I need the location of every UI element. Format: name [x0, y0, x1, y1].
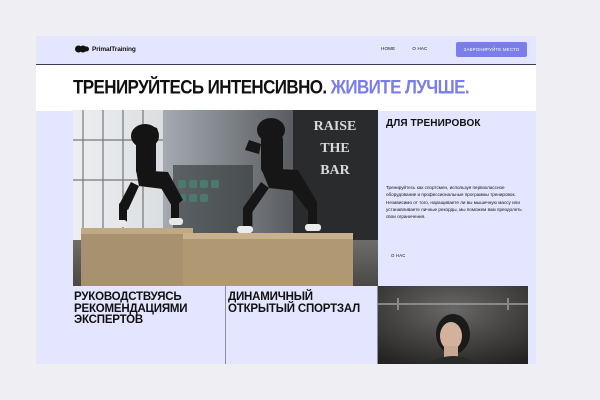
book-spot-button[interactable]: ЗАБРОНИРУЙТЕ МЕСТО — [456, 42, 527, 57]
site-header: PrimalTraining HOME О НАС ЗАБРОНИРУЙТЕ М… — [36, 36, 536, 64]
card-title-open-gym: ДИНАМИЧНЫЙ ОТКРЫТЫЙ СПОРТЗАЛ — [228, 291, 361, 315]
website-frame: PrimalTraining HOME О НАС ЗАБРОНИРУЙТЕ М… — [36, 36, 536, 364]
card-title-experts: РУКОВОДСТВУЯСЬ РЕКОМЕНДАЦИЯМИ ЭКСПЕРТОВ — [74, 291, 188, 326]
brand-name: PrimalTraining — [92, 45, 136, 53]
athlete-portrait-photo — [378, 286, 528, 364]
training-info-panel: ДЛЯ ТРЕНИРОВОК Тренируйтесь как спортсме… — [378, 110, 536, 286]
sign-word-the: THE — [320, 141, 350, 156]
sign-word-raise: RAISE — [314, 119, 357, 134]
brand-logo[interactable]: PrimalTraining — [75, 45, 136, 53]
gym-box-jump-photo: RAISE THE BAR — [73, 110, 378, 286]
sign-word-bar: BAR — [320, 163, 350, 178]
hero-band: ТРЕНИРУЙТЕСЬ ИНТЕНСИВНО. ЖИВИТЕ ЛУЧШЕ. — [36, 64, 536, 111]
feature-card-experts: РУКОВОДСТВУЯСЬ РЕКОМЕНДАЦИЯМИ ЭКСПЕРТОВ — [73, 286, 226, 364]
side-description: Тренируйтесь как спортсмен, используя пе… — [386, 185, 522, 220]
hero-title: ТРЕНИРУЙТЕСЬ ИНТЕНСИВНО. ЖИВИТЕ ЛУЧШЕ. — [73, 76, 470, 99]
box-jump-illustration: RAISE THE BAR — [73, 110, 378, 286]
athlete-portrait-illustration — [378, 286, 528, 364]
feature-card-open-gym: ДИНАМИЧНЫЙ ОТКРЫТЫЙ СПОРТЗАЛ — [225, 286, 378, 364]
nav-link-home[interactable]: HOME — [381, 46, 395, 51]
side-title: ДЛЯ ТРЕНИРОВОК — [386, 118, 481, 129]
hero-title-main: ТРЕНИРУЙТЕСЬ ИНТЕНСИВНО. — [73, 76, 327, 98]
hero-title-accent: ЖИВИТЕ ЛУЧШЕ. — [330, 76, 470, 98]
about-link[interactable]: О НАС — [391, 253, 406, 258]
logo-icon — [75, 45, 89, 53]
nav-link-about[interactable]: О НАС — [412, 46, 427, 51]
main-nav: HOME О НАС — [381, 46, 427, 51]
